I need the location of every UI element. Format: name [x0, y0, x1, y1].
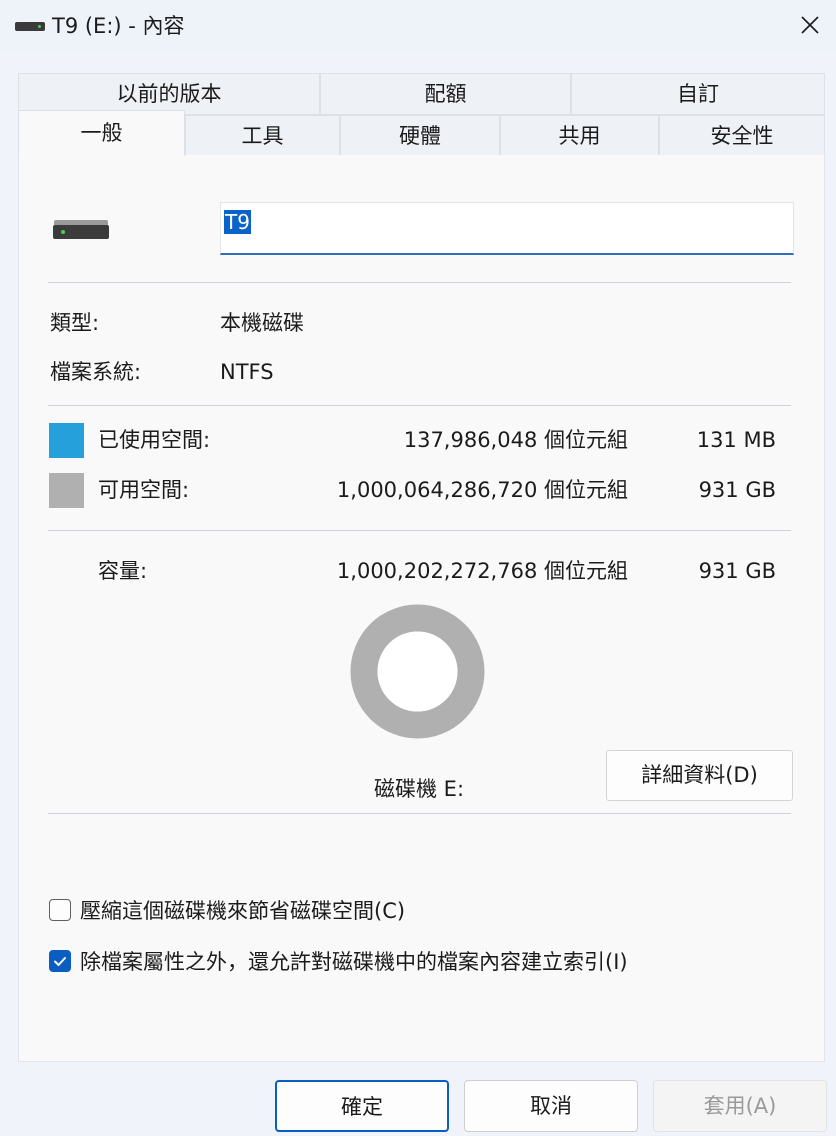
tab-sharing[interactable]: 共用 — [500, 115, 659, 156]
filesystem-label: 檔案系統: — [50, 360, 142, 384]
tab-customize[interactable]: 自訂 — [571, 73, 825, 115]
tab-security[interactable]: 安全性 — [659, 115, 825, 156]
drive-icon — [53, 220, 109, 239]
cancel-button[interactable]: 取消 — [464, 1080, 638, 1132]
tab-tools[interactable]: 工具 — [185, 115, 340, 156]
used-space-bytes: 137,986,048 個位元組 — [403, 428, 628, 452]
drive-name-input[interactable]: T9 — [220, 202, 794, 255]
window-title: T9 (E:) - 內容 — [52, 14, 185, 38]
free-space-swatch — [49, 473, 84, 508]
free-space-label: 可用空間: — [98, 478, 190, 502]
disk-usage-donut — [350, 604, 485, 739]
used-space-swatch — [49, 423, 84, 458]
tab-quota[interactable]: 配額 — [320, 73, 571, 115]
separator — [48, 530, 791, 531]
used-space-label: 已使用空間: — [98, 428, 211, 452]
index-contents-checkbox[interactable] — [49, 950, 71, 972]
drive-name-value: T9 — [224, 210, 251, 234]
separator — [48, 405, 791, 406]
disk-details-button[interactable]: 詳細資料(D) — [606, 750, 793, 801]
free-space-size: 931 GB — [698, 478, 776, 502]
ok-button[interactable]: 確定 — [275, 1080, 449, 1132]
title-bar: T9 (E:) - 內容 — [0, 0, 836, 52]
used-space-size: 131 MB — [696, 428, 776, 452]
drive-icon — [15, 22, 45, 31]
tab-previous-versions[interactable]: 以前的版本 — [18, 73, 320, 115]
capacity-bytes: 1,000,202,272,768 個位元組 — [336, 559, 628, 583]
index-contents-label: 除檔案屬性之外，還允許對磁碟機中的檔案內容建立索引(I) — [80, 950, 628, 974]
type-value: 本機磁碟 — [220, 311, 304, 335]
close-button[interactable] — [784, 0, 836, 50]
tab-hardware[interactable]: 硬體 — [340, 115, 500, 156]
free-space-bytes: 1,000,064,286,720 個位元組 — [336, 478, 628, 502]
compress-drive-label: 壓縮這個磁碟機來節省磁碟空間(C) — [80, 899, 406, 923]
separator — [48, 813, 791, 814]
filesystem-value: NTFS — [220, 360, 274, 384]
capacity-label: 容量: — [98, 559, 148, 583]
close-icon — [801, 16, 819, 34]
capacity-size: 931 GB — [698, 559, 776, 583]
compress-drive-checkbox[interactable] — [49, 899, 71, 921]
tab-general[interactable]: 一般 — [18, 110, 185, 156]
type-label: 類型: — [50, 311, 100, 335]
apply-button[interactable]: 套用(A) — [653, 1080, 827, 1132]
drive-letter-label: 磁碟機 E: — [374, 777, 465, 801]
checkmark-icon — [54, 957, 66, 966]
separator — [48, 282, 791, 283]
